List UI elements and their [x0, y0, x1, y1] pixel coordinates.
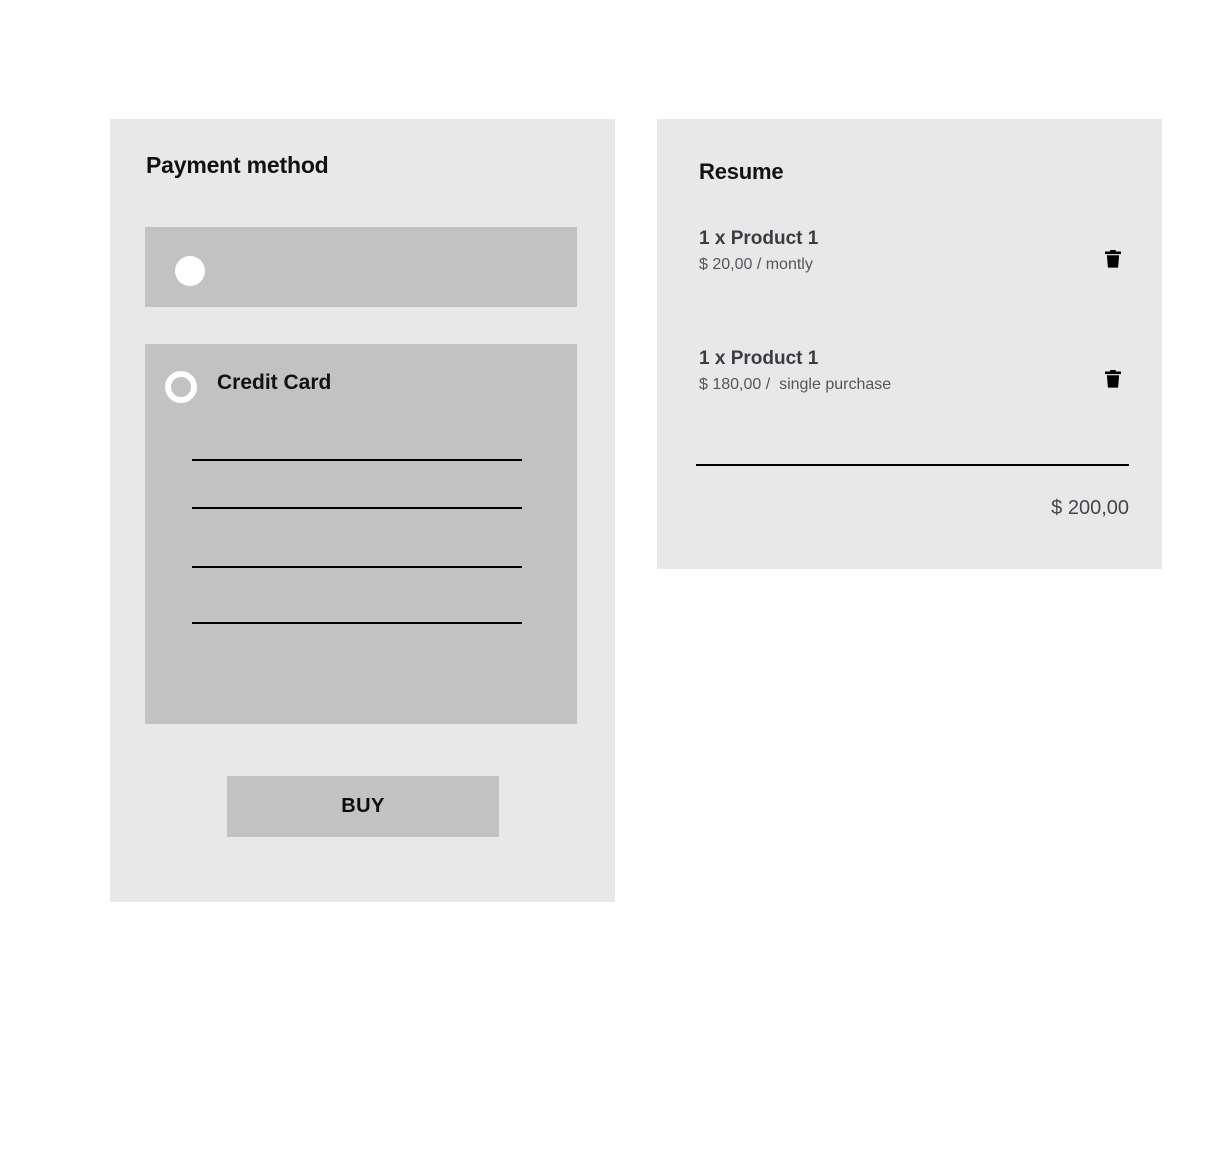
resume-item-name: 1 x Product 1: [699, 228, 819, 249]
resume-title: Resume: [699, 159, 784, 184]
card-holder-input[interactable]: [192, 507, 522, 509]
resume-panel: Resume 1 x Product 1 $ 20,00 / montly 1 …: [657, 119, 1162, 569]
trash-icon[interactable]: [1105, 250, 1121, 268]
radio-filled-icon[interactable]: [175, 256, 205, 286]
card-expiry-input[interactable]: [192, 566, 522, 568]
buy-button[interactable]: BUY: [227, 776, 499, 837]
card-number-input[interactable]: [192, 459, 522, 461]
divider: [696, 464, 1129, 466]
card-cvv-input[interactable]: [192, 622, 522, 624]
payment-method-panel: Payment method Credit Card BUY: [110, 119, 615, 902]
radio-ring-icon[interactable]: [165, 371, 197, 403]
resume-total: $ 200,00: [1051, 497, 1129, 519]
payment-option-0[interactable]: [145, 227, 577, 307]
payment-option-credit-card[interactable]: Credit Card: [145, 344, 577, 724]
page-title: Payment method: [146, 152, 329, 178]
trash-icon[interactable]: [1105, 370, 1121, 388]
payment-option-label-1: Credit Card: [217, 371, 332, 394]
resume-item-price: $ 20,00 / montly: [699, 256, 813, 273]
resume-item-price: $ 180,00 / single purchase: [699, 376, 892, 393]
resume-item-name: 1 x Product 1: [699, 348, 819, 369]
